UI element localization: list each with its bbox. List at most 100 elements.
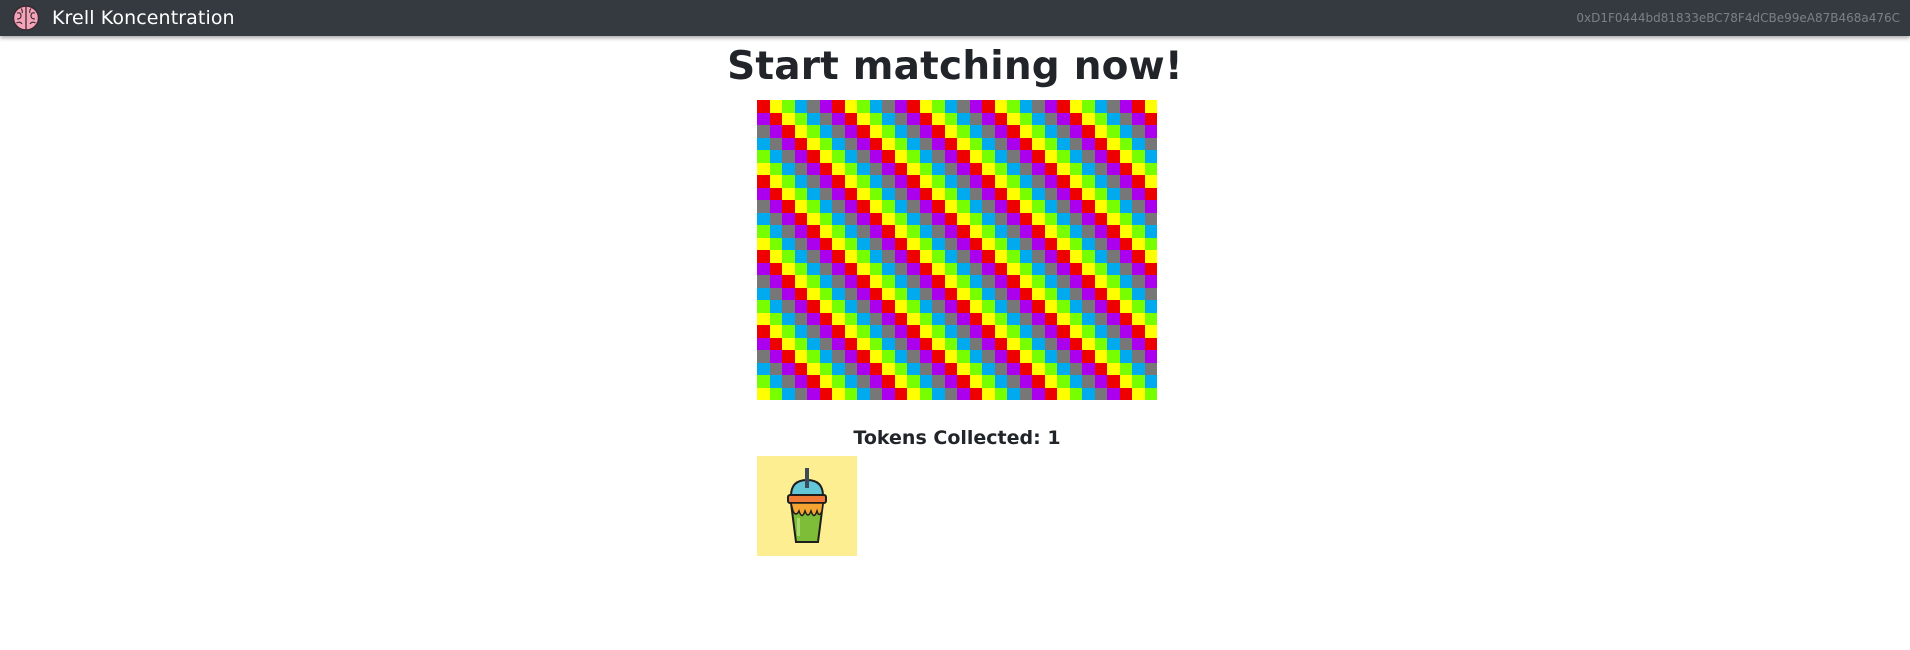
board-tile[interactable] xyxy=(869,162,882,175)
board-tile[interactable] xyxy=(794,262,807,275)
board-tile[interactable] xyxy=(894,200,907,213)
board-tile[interactable] xyxy=(807,337,820,350)
board-tile[interactable] xyxy=(844,100,857,113)
board-tile[interactable] xyxy=(919,287,932,300)
board-tile[interactable] xyxy=(869,300,882,313)
board-tile[interactable] xyxy=(1107,325,1120,338)
board-tile[interactable] xyxy=(1032,237,1045,250)
board-tile[interactable] xyxy=(919,112,932,125)
board-tile[interactable] xyxy=(757,312,770,325)
board-tile[interactable] xyxy=(869,125,882,138)
board-tile[interactable] xyxy=(807,100,820,113)
board-tile[interactable] xyxy=(832,175,845,188)
board-tile[interactable] xyxy=(969,150,982,163)
board-tile[interactable] xyxy=(1044,300,1057,313)
board-tile[interactable] xyxy=(1019,125,1032,138)
board-tile[interactable] xyxy=(894,275,907,288)
board-tile[interactable] xyxy=(1144,100,1157,113)
board-tile[interactable] xyxy=(782,212,795,225)
board-tile[interactable] xyxy=(832,325,845,338)
board-tile[interactable] xyxy=(1132,225,1145,238)
board-tile[interactable] xyxy=(1119,162,1132,175)
board-tile[interactable] xyxy=(869,212,882,225)
board-tile[interactable] xyxy=(832,300,845,313)
board-tile[interactable] xyxy=(1094,375,1107,388)
board-tile[interactable] xyxy=(794,125,807,138)
board-tile[interactable] xyxy=(1132,200,1145,213)
board-tile[interactable] xyxy=(832,112,845,125)
board-tile[interactable] xyxy=(932,162,945,175)
board-tile[interactable] xyxy=(832,350,845,363)
board-tile[interactable] xyxy=(794,150,807,163)
board-tile[interactable] xyxy=(957,375,970,388)
board-tile[interactable] xyxy=(1032,162,1045,175)
board-tile[interactable] xyxy=(1082,362,1095,375)
board-tile[interactable] xyxy=(1032,137,1045,150)
board-tile[interactable] xyxy=(907,112,920,125)
board-tile[interactable] xyxy=(932,112,945,125)
board-tile[interactable] xyxy=(1119,125,1132,138)
board-tile[interactable] xyxy=(932,212,945,225)
board-tile[interactable] xyxy=(769,187,782,200)
board-tile[interactable] xyxy=(1107,387,1120,400)
board-tile[interactable] xyxy=(1107,287,1120,300)
board-tile[interactable] xyxy=(1019,237,1032,250)
board-tile[interactable] xyxy=(1082,262,1095,275)
board-tile[interactable] xyxy=(844,137,857,150)
board-tile[interactable] xyxy=(994,137,1007,150)
board-tile[interactable] xyxy=(857,287,870,300)
board-tile[interactable] xyxy=(1132,262,1145,275)
board-tile[interactable] xyxy=(919,187,932,200)
board-tile[interactable] xyxy=(982,162,995,175)
board-tile[interactable] xyxy=(1007,137,1020,150)
board-tile[interactable] xyxy=(1032,125,1045,138)
board-tile[interactable] xyxy=(957,225,970,238)
board-tile[interactable] xyxy=(1144,387,1157,400)
board-tile[interactable] xyxy=(794,212,807,225)
board-tile[interactable] xyxy=(1094,262,1107,275)
board-tile[interactable] xyxy=(919,312,932,325)
board-tile[interactable] xyxy=(957,287,970,300)
board-tile[interactable] xyxy=(994,350,1007,363)
board-tile[interactable] xyxy=(794,312,807,325)
board-tile[interactable] xyxy=(857,225,870,238)
board-tile[interactable] xyxy=(907,275,920,288)
board-tile[interactable] xyxy=(932,200,945,213)
board-tile[interactable] xyxy=(832,250,845,263)
board-tile[interactable] xyxy=(819,275,832,288)
board-tile[interactable] xyxy=(794,225,807,238)
board-tile[interactable] xyxy=(794,112,807,125)
board-tile[interactable] xyxy=(882,325,895,338)
board-tile[interactable] xyxy=(857,275,870,288)
board-tile[interactable] xyxy=(782,225,795,238)
board-tile[interactable] xyxy=(932,237,945,250)
board-tile[interactable] xyxy=(919,175,932,188)
board-tile[interactable] xyxy=(944,375,957,388)
board-tile[interactable] xyxy=(1019,375,1032,388)
board-tile[interactable] xyxy=(907,125,920,138)
board-tile[interactable] xyxy=(944,225,957,238)
board-tile[interactable] xyxy=(994,175,1007,188)
board-tile[interactable] xyxy=(1069,225,1082,238)
board-tile[interactable] xyxy=(869,287,882,300)
board-tile[interactable] xyxy=(994,387,1007,400)
board-tile[interactable] xyxy=(882,287,895,300)
board-tile[interactable] xyxy=(1007,175,1020,188)
board-tile[interactable] xyxy=(957,150,970,163)
board-tile[interactable] xyxy=(794,187,807,200)
board-tile[interactable] xyxy=(1082,387,1095,400)
board-tile[interactable] xyxy=(844,250,857,263)
board-tile[interactable] xyxy=(869,375,882,388)
board-tile[interactable] xyxy=(782,100,795,113)
board-tile[interactable] xyxy=(1119,325,1132,338)
board-tile[interactable] xyxy=(1007,312,1020,325)
board-tile[interactable] xyxy=(1069,237,1082,250)
board-tile[interactable] xyxy=(957,137,970,150)
board-tile[interactable] xyxy=(1032,100,1045,113)
board-tile[interactable] xyxy=(1044,212,1057,225)
board-tile[interactable] xyxy=(1069,150,1082,163)
board-tile[interactable] xyxy=(1144,237,1157,250)
board-tile[interactable] xyxy=(1032,325,1045,338)
board-tile[interactable] xyxy=(894,287,907,300)
board-tile[interactable] xyxy=(1032,212,1045,225)
